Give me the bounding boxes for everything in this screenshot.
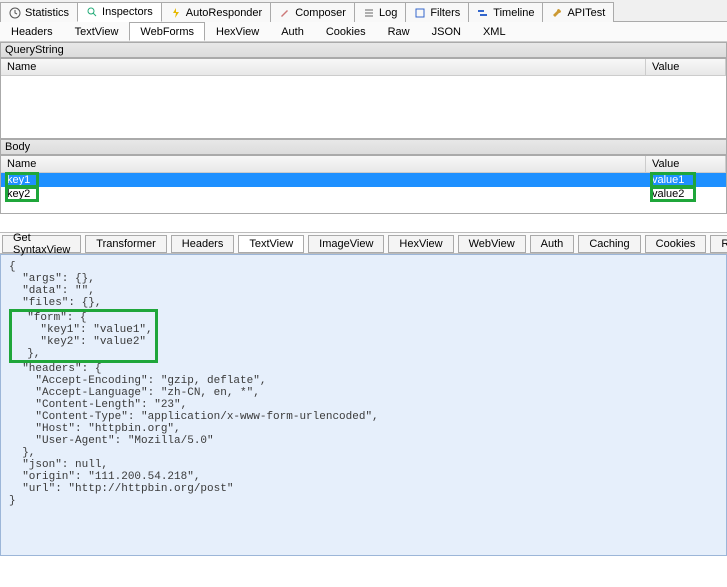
resptab-headers[interactable]: Headers — [171, 235, 235, 253]
timeline-icon — [477, 7, 489, 19]
resptab-imageview[interactable]: ImageView — [308, 235, 384, 253]
tab-apitest[interactable]: APITest — [542, 2, 614, 22]
cell-name: key1 — [7, 174, 37, 186]
body-label: Body — [0, 139, 727, 155]
clock-icon — [9, 7, 21, 19]
querystring-label: QueryString — [0, 42, 727, 58]
resptab-hexview[interactable]: HexView — [388, 235, 453, 253]
resptab-syntax[interactable]: Get SyntaxView — [2, 235, 81, 253]
grid-body[interactable] — [1, 76, 726, 138]
tab-statistics[interactable]: Statistics — [0, 2, 78, 22]
tab-label: JSON — [432, 26, 461, 38]
col-name[interactable]: Name — [1, 59, 646, 75]
reqtab-raw[interactable]: Raw — [377, 22, 421, 41]
request-tabbar: Headers TextView WebForms HexView Auth C… — [0, 22, 727, 42]
pencil-icon — [279, 7, 291, 19]
grid-header: Name Value — [1, 156, 726, 173]
tab-label: Auth — [541, 238, 564, 250]
tab-timeline[interactable]: Timeline — [468, 2, 543, 22]
tab-label: Raw — [388, 26, 410, 38]
tab-label: Filters — [430, 7, 460, 19]
col-value[interactable]: Value — [646, 59, 726, 75]
tab-label: Headers — [182, 238, 224, 250]
tab-autoresponder[interactable]: AutoResponder — [161, 2, 271, 22]
tab-label: TextView — [249, 238, 293, 250]
tab-label: Timeline — [493, 7, 534, 19]
querystring-grid: Name Value — [0, 58, 727, 139]
reqtab-json[interactable]: JSON — [421, 22, 472, 41]
response-textview[interactable]: { "args": {}, "data": "", "files": {}, "… — [0, 254, 727, 556]
cell-value: value1 — [652, 174, 694, 186]
tab-log[interactable]: Log — [354, 2, 406, 22]
tab-label: HexView — [216, 26, 259, 38]
reqtab-auth[interactable]: Auth — [270, 22, 315, 41]
tab-label: Log — [379, 7, 397, 19]
resptab-raw[interactable]: Raw — [710, 235, 727, 253]
tab-label: Raw — [721, 238, 727, 250]
tab-label: Auth — [281, 26, 304, 38]
wrench-icon — [551, 7, 563, 19]
tab-filters[interactable]: Filters — [405, 2, 469, 22]
tab-label: Inspectors — [102, 6, 153, 18]
resptab-webview[interactable]: WebView — [458, 235, 526, 253]
magnifier-icon — [86, 6, 98, 18]
tab-label: XML — [483, 26, 506, 38]
square-icon — [414, 7, 426, 19]
resp-form-block: "form": { "key1": "value1", "key2": "val… — [9, 309, 158, 363]
tab-label: TextView — [75, 26, 119, 38]
col-name[interactable]: Name — [1, 156, 646, 172]
response-tabbar: Get SyntaxView Transformer Headers TextV… — [0, 232, 727, 254]
tab-composer[interactable]: Composer — [270, 2, 355, 22]
tab-label: WebForms — [140, 26, 194, 38]
cell-name: key2 — [7, 188, 37, 200]
tab-inspectors[interactable]: Inspectors — [77, 2, 162, 22]
tab-label: Transformer — [96, 238, 156, 250]
grid-header: Name Value — [1, 59, 726, 76]
resptab-textview[interactable]: TextView — [238, 235, 304, 253]
tab-label: Get SyntaxView — [13, 232, 70, 256]
grid-body[interactable]: key1 value1 key2 value2 — [1, 173, 726, 213]
tab-label: Cookies — [326, 26, 366, 38]
table-row[interactable]: key1 value1 — [1, 173, 726, 187]
tab-label: Cookies — [656, 238, 696, 250]
body-grid: Name Value key1 value1 key2 value2 — [0, 155, 727, 214]
resptab-caching[interactable]: Caching — [578, 235, 640, 253]
tab-label: Headers — [11, 26, 53, 38]
col-value[interactable]: Value — [646, 156, 726, 172]
cell-value: value2 — [652, 188, 694, 200]
resptab-cookies[interactable]: Cookies — [645, 235, 707, 253]
resp-post: "headers": { "Accept-Encoding": "gzip, d… — [9, 363, 379, 507]
tab-label: HexView — [399, 238, 442, 250]
resptab-transformer[interactable]: Transformer — [85, 235, 167, 253]
tab-label: Composer — [295, 7, 346, 19]
reqtab-cookies[interactable]: Cookies — [315, 22, 377, 41]
bolt-icon — [170, 7, 182, 19]
tab-label: WebView — [469, 238, 515, 250]
tab-label: APITest — [567, 7, 605, 19]
reqtab-hexview[interactable]: HexView — [205, 22, 270, 41]
tab-label: Statistics — [25, 7, 69, 19]
reqtab-xml[interactable]: XML — [472, 22, 517, 41]
resptab-auth[interactable]: Auth — [530, 235, 575, 253]
reqtab-headers[interactable]: Headers — [0, 22, 64, 41]
main-tabbar: Statistics Inspectors AutoResponder Comp… — [0, 0, 727, 22]
list-icon — [363, 7, 375, 19]
tab-label: AutoResponder — [186, 7, 262, 19]
resp-pre: { "args": {}, "data": "", "files": {}, — [9, 261, 101, 309]
reqtab-webforms[interactable]: WebForms — [129, 22, 205, 41]
tab-label: ImageView — [319, 238, 373, 250]
table-row[interactable]: key2 value2 — [1, 187, 726, 201]
reqtab-textview[interactable]: TextView — [64, 22, 130, 41]
tab-label: Caching — [589, 238, 629, 250]
